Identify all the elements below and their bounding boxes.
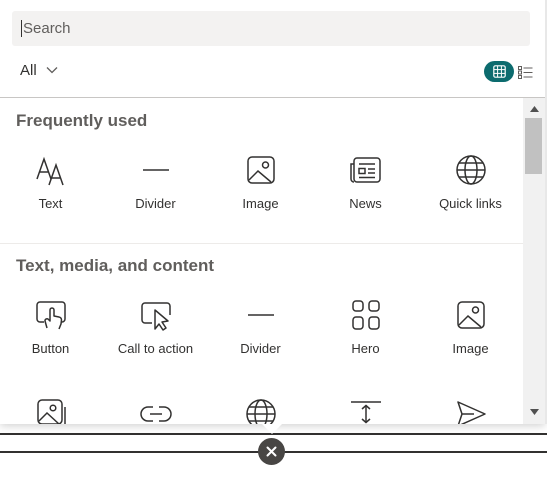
image-gallery-icon	[36, 399, 66, 424]
globe-icon	[245, 399, 276, 424]
tile-send[interactable]	[418, 397, 523, 424]
tile-divider[interactable]: Divider	[103, 153, 208, 237]
category-filter-dropdown[interactable]: All	[20, 59, 59, 81]
tile-divider[interactable]: Divider	[208, 298, 313, 382]
search-box[interactable]	[12, 11, 530, 46]
grid-view-icon	[492, 65, 506, 78]
link-icon	[139, 406, 172, 422]
spacer-icon	[350, 401, 381, 424]
globe-icon	[455, 155, 486, 185]
news-icon	[349, 157, 381, 183]
close-icon	[266, 446, 277, 457]
tile-label: Button	[31, 341, 70, 356]
tile-link[interactable]	[103, 397, 208, 424]
tile-button[interactable]: Button	[0, 298, 103, 382]
list-view-icon	[517, 65, 532, 79]
filter-label: All	[20, 61, 37, 79]
search-input[interactable]	[22, 13, 502, 44]
tile-label: Image	[452, 341, 489, 356]
tile-label: Quick links	[439, 196, 502, 211]
tile-image-gallery[interactable]	[0, 397, 103, 424]
section-title-frequently-used: Frequently used	[16, 111, 148, 130]
divider-icon	[247, 314, 274, 316]
button-icon	[35, 301, 66, 330]
web-part-toolbox: All Frequently used	[0, 0, 545, 424]
chevron-down-icon	[46, 67, 58, 74]
tile-label: Image	[242, 196, 279, 211]
call-to-action-icon	[140, 302, 171, 331]
tile-globe[interactable]	[208, 397, 313, 424]
list-view-button[interactable]	[517, 64, 533, 80]
image-icon	[456, 301, 485, 329]
scroll-up-button[interactable]	[523, 100, 545, 118]
scroll-down-button[interactable]	[523, 403, 545, 421]
tile-label: Divider	[240, 341, 281, 356]
send-icon	[456, 401, 486, 424]
web-part-list: Frequently used Text Divider Image News …	[0, 98, 523, 424]
tile-image[interactable]: Image	[208, 153, 313, 237]
tile-hero[interactable]: Hero	[313, 298, 418, 382]
tile-quick-links[interactable]: Quick links	[418, 153, 523, 237]
section-divider	[0, 243, 523, 244]
tile-news[interactable]: News	[313, 153, 418, 237]
tile-text[interactable]: Text	[0, 153, 103, 237]
scroll-up-arrow-icon	[529, 106, 539, 112]
scrollbar-thumb[interactable]	[525, 118, 542, 174]
close-toolbox-button[interactable]	[258, 438, 285, 465]
tile-label: Call to action	[117, 341, 194, 356]
image-icon	[246, 156, 275, 184]
hero-icon	[351, 300, 380, 330]
tile-label: Text	[38, 196, 63, 211]
tile-label: Hero	[351, 341, 380, 356]
vertical-scrollbar[interactable]	[523, 98, 545, 424]
popup-pointer	[262, 424, 282, 434]
divider-icon	[142, 169, 169, 171]
tile-spacer[interactable]	[313, 397, 418, 424]
tile-label: Divider	[135, 196, 176, 211]
section-title-text-media-content: Text, media, and content	[16, 256, 215, 275]
grid-view-button[interactable]	[484, 61, 514, 82]
scroll-down-arrow-icon	[529, 409, 539, 415]
tile-label: News	[349, 196, 382, 211]
text-icon	[35, 156, 64, 186]
tile-image[interactable]: Image	[418, 298, 523, 382]
tile-call-to-action[interactable]: Call to action	[103, 298, 208, 382]
